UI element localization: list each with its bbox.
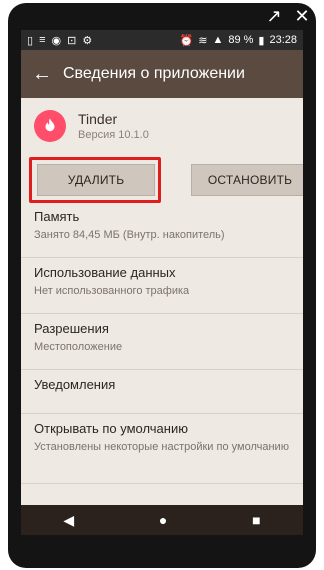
eye-icon: ◉	[51, 34, 62, 47]
app-name: Tinder	[78, 111, 118, 127]
app-header: Tinder Версия 10.1.0	[21, 98, 303, 154]
app-meta: Tinder Версия 10.1.0	[78, 111, 149, 141]
tinder-logo	[34, 110, 66, 142]
app-bar: ← Сведения о приложении	[21, 50, 303, 98]
back-arrow-icon[interactable]: ←	[21, 50, 63, 98]
action-buttons: УДАЛИТЬ ОСТАНОВИТЬ	[21, 154, 303, 203]
alarm-icon: ⏰	[179, 34, 194, 47]
stop-button[interactable]: ОСТАНОВИТЬ	[191, 164, 303, 196]
phone-screen: ▯ ≡ ◉ ⊡ ⚙ ⏰ ≋ ▲ 89 % ▮ 23:28 ← Сведения …	[21, 30, 303, 535]
item-notifications[interactable]: Уведомления	[21, 370, 303, 414]
navigation-bar: ◀ ● ■	[21, 505, 303, 535]
page-title: Сведения о приложении	[63, 65, 245, 82]
app-version: Версия 10.1.0	[78, 129, 149, 141]
status-left-icons: ▯ ≡ ◉ ⊡ ⚙	[21, 34, 92, 47]
battery-text: 89 %	[228, 34, 254, 46]
screen-record-icon: ⊡	[67, 34, 77, 47]
home-nav-icon[interactable]: ●	[159, 512, 167, 528]
item-title: Память	[34, 209, 80, 224]
delete-highlight-box	[29, 157, 161, 203]
item-title: Использование данных	[34, 265, 176, 280]
close-icon[interactable]: ✕	[292, 6, 312, 26]
recent-apps-icon[interactable]: ■	[252, 512, 260, 528]
status-right-icons: ⏰ ≋ ▲ 89 % ▮ 23:28	[180, 34, 303, 47]
item-title: Открывать по умолчанию	[34, 421, 188, 436]
item-data-usage[interactable]: Использование данных Нет использованного…	[21, 258, 303, 314]
page: ↗ ✕ ▯ ≡ ◉ ⊡ ⚙ ⏰ ≋ ▲ 89 % ▮ 23:28 ← Сведе…	[0, 0, 324, 570]
item-open-by-default[interactable]: Открывать по умолчанию Установлены некот…	[21, 414, 303, 484]
sim-icon: ▯	[27, 34, 34, 47]
battery-icon: ▮	[258, 34, 265, 47]
signal-icon: ▲	[212, 34, 224, 46]
item-subtitle: Установлены некоторые настройки по умолч…	[34, 441, 289, 453]
item-permissions[interactable]: Разрешения Местоположение	[21, 314, 303, 370]
back-nav-icon[interactable]: ◀	[63, 512, 74, 529]
wifi-icon: ≋	[198, 34, 208, 47]
app-details: Tinder Версия 10.1.0 УДАЛИТЬ ОСТАНОВИТЬ …	[21, 98, 303, 505]
clock: 23:28	[269, 34, 297, 46]
item-memory[interactable]: Память Занято 84,45 МБ (Внутр. накопител…	[21, 202, 303, 258]
top-right-controls: ↗ ✕	[264, 6, 312, 26]
vibration-icon: ≡	[39, 34, 46, 46]
flame-icon	[45, 118, 55, 132]
external-link-icon[interactable]: ↗	[264, 6, 284, 26]
settings-icon: ⚙	[82, 34, 93, 47]
item-subtitle: Занято 84,45 МБ (Внутр. накопитель)	[34, 229, 225, 241]
item-subtitle: Нет использованного трафика	[34, 285, 190, 297]
status-bar: ▯ ≡ ◉ ⊡ ⚙ ⏰ ≋ ▲ 89 % ▮ 23:28	[21, 30, 303, 50]
item-title: Уведомления	[34, 377, 116, 392]
item-title: Разрешения	[34, 321, 109, 336]
item-subtitle: Местоположение	[34, 341, 123, 353]
